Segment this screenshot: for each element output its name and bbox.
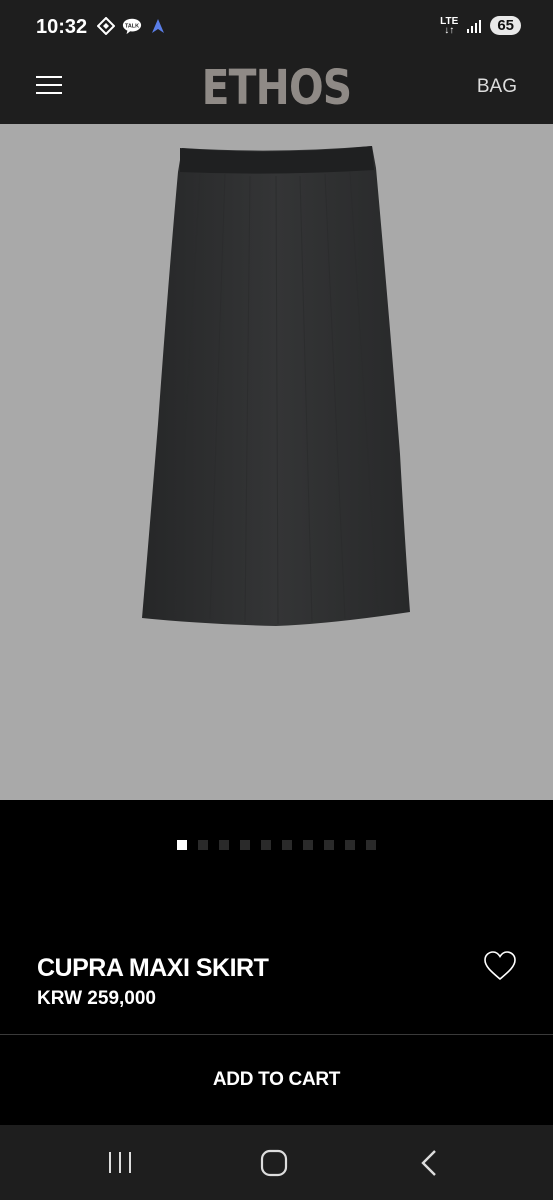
home-button[interactable] (254, 1147, 294, 1179)
pager-dot[interactable] (240, 840, 250, 850)
battery-icon: 65 (490, 16, 521, 35)
lte-icon: LTE ↓↑ (440, 15, 459, 36)
bag-link[interactable]: BAG (477, 76, 517, 98)
status-icons-left: TALK (96, 17, 168, 35)
navigation-icon (148, 17, 168, 35)
app-header: ETHOS BAG (0, 52, 553, 125)
pager-dot[interactable] (282, 840, 292, 850)
system-nav-bar (0, 1125, 553, 1200)
status-time: 10:32 (36, 16, 88, 38)
pager-dot[interactable] (177, 840, 187, 850)
product-name: CUPRA MAXI SKIRT (37, 954, 269, 982)
wishlist-button[interactable] (483, 950, 517, 982)
back-button[interactable] (410, 1147, 450, 1179)
recent-apps-button[interactable] (100, 1147, 140, 1179)
network-label: LTE (440, 15, 459, 27)
pager-dot[interactable] (219, 840, 229, 850)
pager-dot[interactable] (261, 840, 271, 850)
sync-icon (96, 17, 116, 35)
pager-dot[interactable] (366, 840, 376, 850)
talk-icon: TALK (122, 17, 142, 35)
pager-dot[interactable] (345, 840, 355, 850)
heart-icon (484, 951, 516, 981)
product-image[interactable] (0, 124, 553, 800)
brand-logo[interactable]: ETHOS (41, 60, 511, 116)
status-icons-right: LTE ↓↑ 65 (440, 16, 521, 35)
gallery-pager (0, 840, 553, 850)
pager-dot[interactable] (198, 840, 208, 850)
pager-dot[interactable] (303, 840, 313, 850)
skirt-image (142, 146, 410, 626)
product-price: KRW 259,000 (37, 988, 156, 1009)
signal-icon (467, 19, 482, 33)
home-icon (260, 1149, 288, 1177)
talk-icon-label: TALK (125, 23, 139, 29)
add-to-cart-button[interactable]: ADD TO CART (0, 1035, 553, 1125)
back-icon (421, 1150, 436, 1176)
pager-dot[interactable] (324, 840, 334, 850)
recent-apps-icon (109, 1152, 131, 1173)
status-bar: 10:32 TALK LTE ↓↑ 65 (0, 0, 553, 52)
